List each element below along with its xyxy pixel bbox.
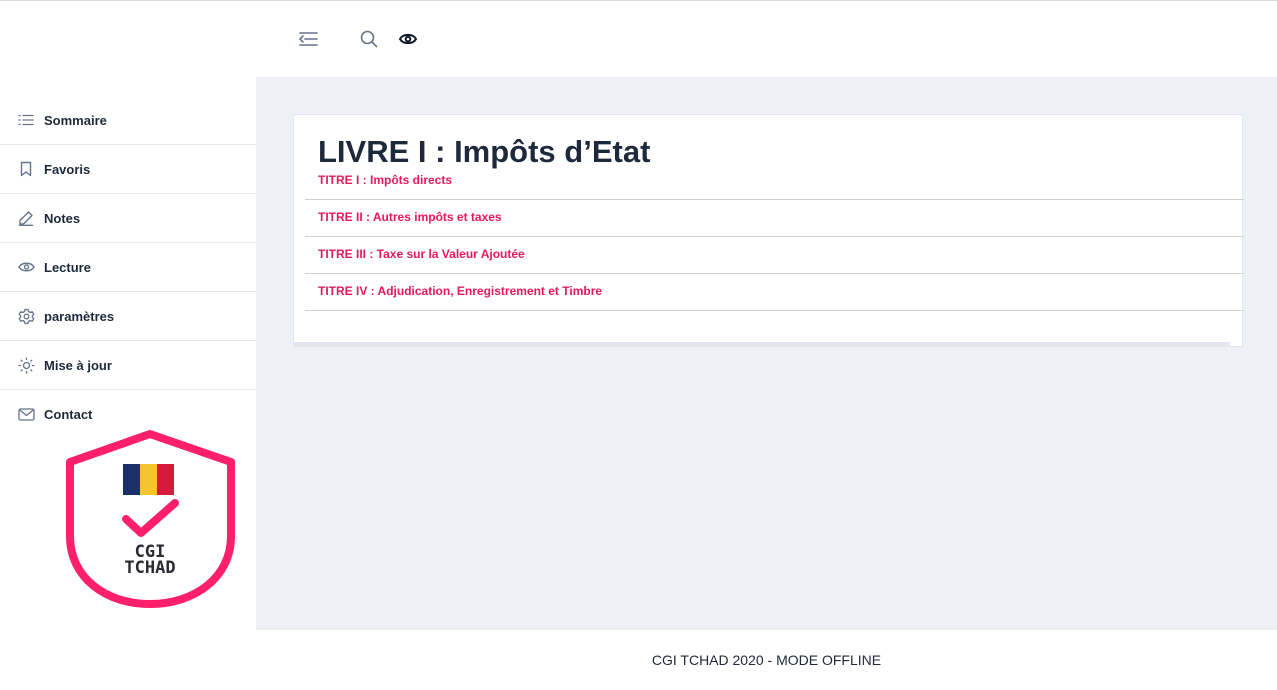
sidebar: Sommaire Favoris Notes Lecture paramètre… [0, 96, 256, 439]
livre-card: LIVRE I : Impôts d’Etat TITRE I : Impôts… [293, 114, 1244, 347]
gear-icon [17, 307, 35, 325]
sidebar-item-notes[interactable]: Notes [0, 194, 256, 243]
sidebar-item-label: Favoris [44, 161, 91, 177]
sidebar-item-label: Contact [44, 407, 93, 422]
eye-icon [17, 258, 35, 276]
pencil-icon [17, 209, 35, 227]
cgi-tchad-logo: CGI TCHAD [64, 428, 238, 612]
mail-icon [17, 406, 35, 424]
main-content: LIVRE I : Impôts d’Etat TITRE I : Impôts… [256, 77, 1277, 630]
titre-link-4[interactable]: TITRE IV : Adjudication, Enregistrement … [305, 274, 1244, 311]
search-icon[interactable] [358, 28, 380, 50]
titre-label: TITRE IV : Adjudication, Enregistrement … [318, 284, 603, 299]
menu-collapse-icon[interactable] [296, 28, 320, 50]
sidebar-item-label: paramètres [44, 308, 115, 324]
sidebar-item-parametres[interactable]: paramètres [0, 292, 256, 341]
sidebar-item-label: Mise à jour [44, 357, 112, 373]
titre-link-3[interactable]: TITRE III : Taxe sur la Valeur Ajoutée [305, 237, 1244, 274]
sidebar-item-label: Lecture [44, 259, 91, 275]
titre-link-2[interactable]: TITRE II : Autres impôts et taxes [305, 200, 1244, 237]
sidebar-item-label: Sommaire [44, 112, 107, 128]
titre-label: TITRE I : Impôts directs [318, 173, 453, 188]
sidebar-item-label: Notes [44, 210, 81, 226]
logo-line2: TCHAD [124, 558, 175, 578]
sidebar-item-favoris[interactable]: Favoris [0, 145, 256, 194]
sidebar-item-sommaire[interactable]: Sommaire [0, 96, 256, 145]
footer-text: CGI TCHAD 2020 - MODE OFFLINE [651, 652, 882, 668]
card-scrollbar[interactable] [294, 342, 1230, 346]
sidebar-item-mise-a-jour[interactable]: Mise à jour [0, 341, 256, 390]
sidebar-item-lecture[interactable]: Lecture [0, 243, 256, 292]
titre-link-1[interactable]: TITRE I : Impôts directs [305, 163, 1244, 200]
list-icon [17, 111, 35, 129]
titre-label: TITRE III : Taxe sur la Valeur Ajoutée [318, 247, 525, 262]
top-toolbar [256, 1, 1277, 77]
sun-icon [17, 356, 35, 374]
bookmark-icon [17, 160, 35, 178]
footer: CGI TCHAD 2020 - MODE OFFLINE [256, 630, 1277, 690]
eye-icon[interactable] [397, 28, 419, 50]
titre-label: TITRE II : Autres impôts et taxes [318, 210, 502, 225]
